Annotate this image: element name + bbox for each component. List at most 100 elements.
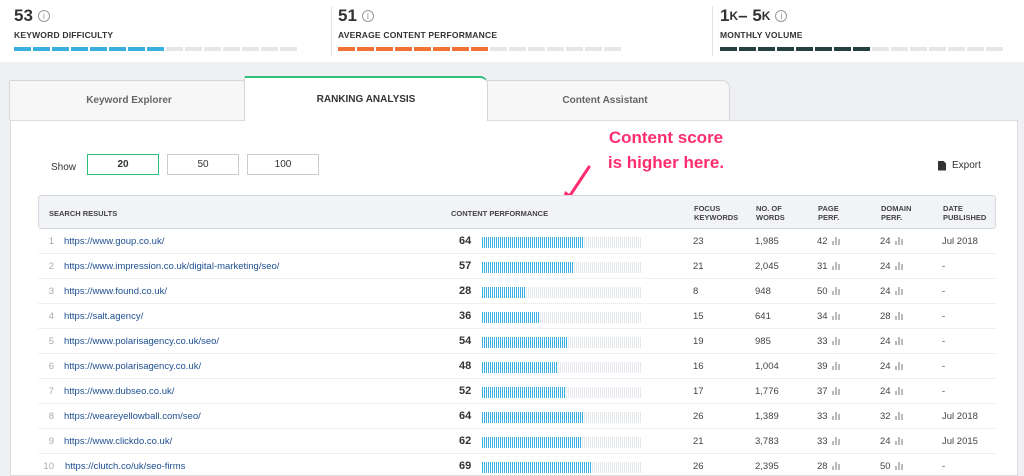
tab-ranking-analysis[interactable]: RANKING ANALYSIS bbox=[244, 76, 488, 121]
bar-tick bbox=[576, 237, 577, 248]
bar-tick bbox=[616, 262, 617, 273]
bar-tick bbox=[488, 362, 489, 373]
bar-tick bbox=[506, 237, 507, 248]
bar-chart-icon[interactable] bbox=[894, 287, 903, 296]
col-no-of-words[interactable]: NO. OF WORDS bbox=[756, 204, 796, 222]
bar-chart-icon[interactable] bbox=[894, 362, 903, 371]
bar-tick bbox=[500, 287, 501, 298]
bar-tick bbox=[588, 462, 589, 473]
bar-tick bbox=[574, 462, 575, 473]
date-published: - bbox=[942, 261, 946, 272]
bar-tick bbox=[504, 412, 505, 423]
bar-tick bbox=[582, 462, 583, 473]
bar-chart-icon[interactable] bbox=[831, 412, 840, 421]
bar-tick bbox=[510, 362, 511, 373]
rank: 6 bbox=[48, 361, 54, 372]
result-url-link[interactable]: https://www.polarisagency.co.uk/ bbox=[64, 361, 201, 372]
bar-chart-icon[interactable] bbox=[831, 262, 840, 271]
bar-chart-icon[interactable] bbox=[831, 362, 840, 371]
bar-tick bbox=[632, 362, 633, 373]
bar-chart-icon[interactable] bbox=[894, 462, 903, 471]
show-50-button[interactable]: 50 bbox=[167, 154, 239, 175]
bar-chart-icon[interactable] bbox=[831, 437, 840, 446]
bar-tick bbox=[538, 387, 539, 398]
bar-tick bbox=[488, 437, 489, 448]
bar-chart-icon[interactable] bbox=[831, 387, 840, 396]
bar-chart-icon[interactable] bbox=[831, 287, 840, 296]
bar-chart-icon[interactable] bbox=[894, 237, 903, 246]
domain-perf-value: 24 bbox=[880, 336, 891, 347]
bar-chart-icon[interactable] bbox=[831, 237, 840, 246]
meter-segment bbox=[52, 47, 69, 51]
show-100-button[interactable]: 100 bbox=[247, 154, 319, 175]
focus-keywords: 17 bbox=[693, 386, 704, 397]
bar-tick bbox=[576, 462, 577, 473]
bar-chart-icon[interactable] bbox=[894, 387, 903, 396]
bar-chart-icon[interactable] bbox=[894, 337, 903, 346]
keyword-difficulty-value: 53 bbox=[14, 6, 33, 25]
bar-tick bbox=[518, 362, 519, 373]
bar-tick bbox=[488, 262, 489, 273]
bar-tick bbox=[524, 412, 525, 423]
col-content-performance[interactable]: CONTENT PERFORMANCE bbox=[451, 209, 548, 218]
bar-tick bbox=[498, 262, 499, 273]
tab-content-assistant[interactable]: Content Assistant bbox=[480, 80, 730, 120]
word-count: 2,395 bbox=[755, 461, 779, 472]
content-score: 64 bbox=[459, 410, 472, 422]
bar-tick bbox=[536, 287, 537, 298]
bar-tick bbox=[594, 387, 595, 398]
bar-tick bbox=[542, 237, 543, 248]
result-url-link[interactable]: https://www.found.co.uk/ bbox=[64, 286, 167, 297]
col-domain-perf[interactable]: DOMAIN PERF. bbox=[881, 204, 921, 222]
info-icon[interactable]: i bbox=[361, 10, 374, 22]
bar-tick bbox=[566, 262, 567, 273]
bar-tick bbox=[604, 437, 605, 448]
tab-keyword-explorer[interactable]: Keyword Explorer bbox=[9, 80, 249, 120]
bar-tick bbox=[576, 262, 577, 273]
export-button[interactable]: Export bbox=[938, 160, 981, 171]
bar-tick bbox=[602, 362, 603, 373]
result-url-link[interactable]: https://www.polarisagency.co.uk/seo/ bbox=[64, 336, 219, 347]
result-url-link[interactable]: https://www.impression.co.uk/digital-mar… bbox=[64, 261, 279, 272]
bar-chart-icon[interactable] bbox=[894, 412, 903, 421]
show-20-button[interactable]: 20 bbox=[87, 154, 159, 175]
meter-segment bbox=[223, 47, 240, 51]
result-url-link[interactable]: https://clutch.co/uk/seo-firms bbox=[65, 461, 185, 472]
col-date-published[interactable]: DATE PUBLISHED bbox=[943, 204, 993, 222]
bar-chart-icon[interactable] bbox=[831, 337, 840, 346]
bar-tick bbox=[614, 262, 615, 273]
bar-tick bbox=[506, 287, 507, 298]
date-published: - bbox=[942, 311, 946, 322]
col-search-results[interactable]: SEARCH RESULTS bbox=[49, 209, 117, 218]
bar-chart-icon[interactable] bbox=[894, 312, 903, 321]
result-url-link[interactable]: https://weareyellowball.com/seo/ bbox=[64, 411, 201, 422]
bar-chart-icon[interactable] bbox=[831, 462, 840, 471]
result-url-link[interactable]: https://www.goup.co.uk/ bbox=[64, 236, 164, 247]
bar-tick bbox=[570, 362, 571, 373]
result-url-link[interactable]: https://www.clickdo.co.uk/ bbox=[64, 436, 172, 447]
bar-chart-icon[interactable] bbox=[894, 262, 903, 271]
bar-tick bbox=[618, 412, 619, 423]
col-page-perf[interactable]: PAGE PERF. bbox=[818, 204, 848, 222]
bar-tick bbox=[526, 237, 527, 248]
result-url-link[interactable]: https://salt.agency/ bbox=[64, 311, 143, 322]
result-url-link[interactable]: https://www.dubseo.co.uk/ bbox=[64, 386, 174, 397]
volume-min: 1 bbox=[720, 6, 730, 25]
bar-chart-icon[interactable] bbox=[831, 312, 840, 321]
bar-tick bbox=[582, 412, 583, 423]
bar-tick bbox=[552, 262, 553, 273]
col-focus-keywords[interactable]: FOCUS KEYWORDS bbox=[694, 204, 744, 222]
bar-tick bbox=[504, 362, 505, 373]
bar-tick bbox=[566, 237, 567, 248]
bar-tick bbox=[618, 387, 619, 398]
bar-tick bbox=[492, 237, 493, 248]
volume-max: – 5 bbox=[738, 6, 762, 25]
bar-tick bbox=[598, 237, 599, 248]
info-icon[interactable]: i bbox=[37, 10, 50, 22]
bar-tick bbox=[566, 462, 567, 473]
bar-tick bbox=[572, 287, 573, 298]
bar-chart-icon[interactable] bbox=[894, 437, 903, 446]
info-icon[interactable]: i bbox=[775, 10, 788, 22]
bar-tick bbox=[628, 312, 629, 323]
domain-perf: 24 bbox=[880, 436, 903, 447]
